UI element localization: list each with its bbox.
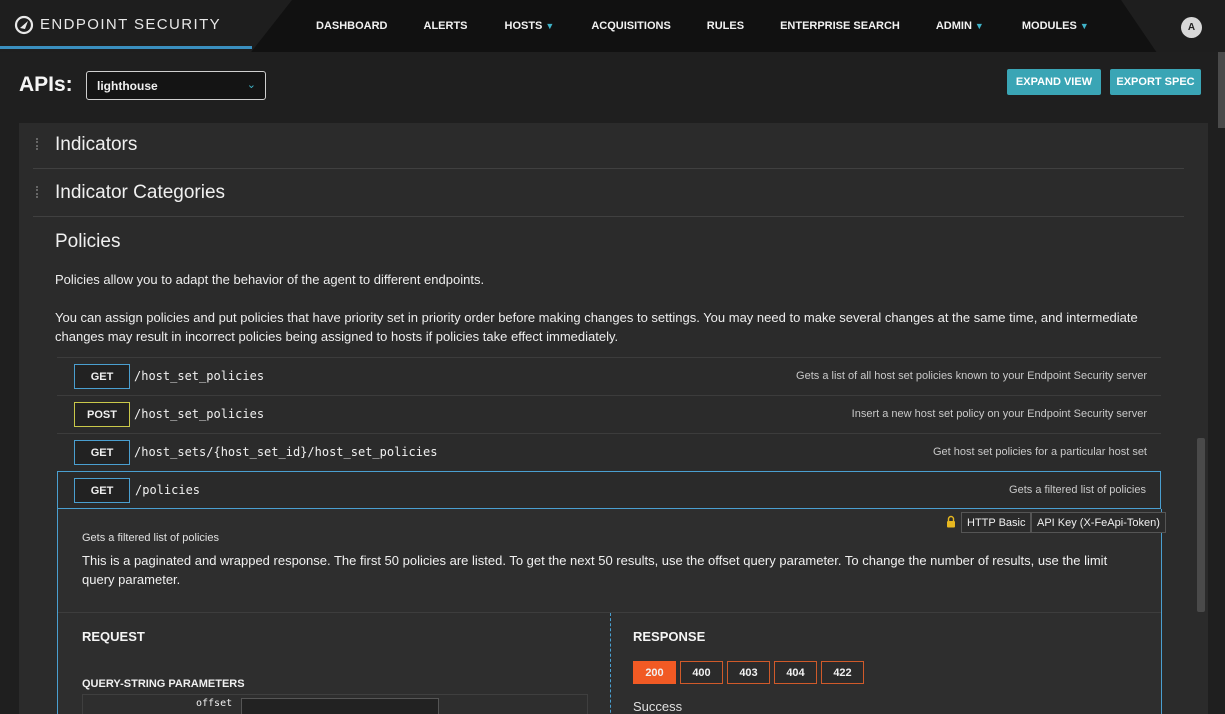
- endpoint-path: /policies: [135, 483, 201, 497]
- response-code-422[interactable]: 422: [821, 661, 864, 684]
- chevron-down-icon: ▼: [974, 21, 984, 31]
- nav-item-rules[interactable]: RULES: [707, 20, 744, 32]
- api-select-value: lighthouse: [97, 79, 158, 93]
- nav-item-dashboard[interactable]: DASHBOARD: [316, 20, 388, 32]
- apis-label: APIs:: [19, 73, 73, 96]
- method-badge-get: GET: [74, 364, 130, 389]
- endpoint-summary: Insert a new host set policy on your End…: [851, 408, 1147, 420]
- method-badge-post: POST: [74, 402, 130, 427]
- section-indicators[interactable]: Indicators: [33, 122, 1184, 169]
- query-string-params-title: QUERY-STRING PARAMETERS: [82, 678, 245, 690]
- param-row-offset: offset: [82, 694, 588, 714]
- endpoint-detail-summary: Gets a filtered list of policies: [82, 532, 219, 544]
- endpoint-path: /host_set_policies: [134, 407, 265, 421]
- nav-item-enterprise-search[interactable]: ENTERPRISE SEARCH: [780, 20, 900, 32]
- brand-area[interactable]: ENDPOINT SECURITY: [0, 0, 292, 52]
- nav-item-acquisitions[interactable]: ACQUISITIONS: [591, 20, 670, 32]
- nav-item-hosts[interactable]: HOSTS ▼: [505, 20, 555, 32]
- brand-underline: [0, 46, 252, 49]
- chevron-down-icon: ⌄: [246, 79, 256, 91]
- endpoint-detail-description: This is a paginated and wrapped response…: [82, 553, 1108, 587]
- user-area: [1121, 0, 1225, 52]
- endpoint-logo-icon: [14, 15, 34, 35]
- endpoint-row[interactable]: POST /host_set_policies Insert a new hos…: [57, 395, 1161, 433]
- section-policies-title[interactable]: Policies: [55, 231, 120, 253]
- section-indicator-categories[interactable]: Indicator Categories: [33, 170, 1184, 217]
- param-name: offset: [196, 698, 233, 709]
- request-response-divider: [610, 613, 611, 714]
- drag-handle-icon[interactable]: [36, 186, 38, 198]
- endpoint-row-expanded[interactable]: GET /policies Gets a filtered list of po…: [57, 471, 1161, 509]
- endpoint-summary: Gets a filtered list of policies: [1009, 484, 1146, 496]
- response-code-200[interactable]: 200: [633, 661, 676, 684]
- section-title: Indicators: [55, 134, 138, 155]
- endpoint-summary: Get host set policies for a particular h…: [933, 446, 1147, 458]
- auth-http-basic[interactable]: HTTP Basic: [961, 512, 1032, 533]
- api-select[interactable]: lighthouse ⌄: [86, 71, 266, 100]
- endpoint-row[interactable]: GET /host_set_policies Gets a list of al…: [57, 357, 1161, 395]
- method-badge-get: GET: [74, 440, 130, 465]
- export-spec-button[interactable]: EXPORT SPEC: [1110, 69, 1201, 95]
- top-navbar: ENDPOINT SECURITY DASHBOARD ALERTS HOSTS…: [0, 0, 1225, 52]
- endpoint-detail: HTTP Basic API Key (X-FeApi-Token) Gets …: [57, 509, 1166, 714]
- nav-item-admin[interactable]: ADMIN ▼: [936, 20, 984, 32]
- chevron-down-icon: ▼: [1079, 21, 1089, 31]
- panel-scrollbar-thumb[interactable]: [1197, 438, 1205, 612]
- page-scrollbar[interactable]: [1218, 52, 1225, 128]
- response-code-403[interactable]: 403: [727, 661, 770, 684]
- section-title: Indicator Categories: [55, 182, 226, 203]
- nav-item-alerts[interactable]: ALERTS: [424, 20, 468, 32]
- response-code-400[interactable]: 400: [680, 661, 723, 684]
- drag-handle-icon[interactable]: [36, 138, 38, 150]
- endpoint-row[interactable]: GET /host_sets/{host_set_id}/host_set_po…: [57, 433, 1161, 471]
- policies-description-1: Policies allow you to adapt the behavior…: [55, 272, 485, 287]
- policies-description-2: You can assign policies and put policies…: [55, 310, 1138, 344]
- brand-name: ENDPOINT SECURITY: [40, 16, 222, 33]
- response-status-text: Success: [633, 699, 683, 714]
- auth-api-key[interactable]: API Key (X-FeApi-Token): [1031, 512, 1166, 533]
- method-badge-get: GET: [74, 478, 130, 503]
- main-nav: DASHBOARD ALERTS HOSTS ▼ ACQUISITIONS RUL…: [300, 0, 1089, 52]
- endpoint-path: /host_set_policies: [134, 369, 265, 383]
- lock-icon: [947, 515, 955, 528]
- response-code-404[interactable]: 404: [774, 661, 817, 684]
- response-title: RESPONSE: [633, 629, 706, 644]
- expand-view-button[interactable]: EXPAND VIEW: [1007, 69, 1101, 95]
- avatar[interactable]: A: [1181, 17, 1202, 38]
- endpoint-summary: Gets a list of all host set policies kno…: [796, 370, 1147, 382]
- request-title: REQUEST: [82, 629, 145, 644]
- nav-item-modules[interactable]: MODULES ▼: [1022, 20, 1089, 32]
- endpoint-path: /host_sets/{host_set_id}/host_set_polici…: [134, 445, 438, 459]
- chevron-down-icon: ▼: [545, 21, 555, 31]
- offset-input[interactable]: [241, 698, 439, 714]
- response-code-tabs: 200 400 403 404 422: [633, 661, 868, 684]
